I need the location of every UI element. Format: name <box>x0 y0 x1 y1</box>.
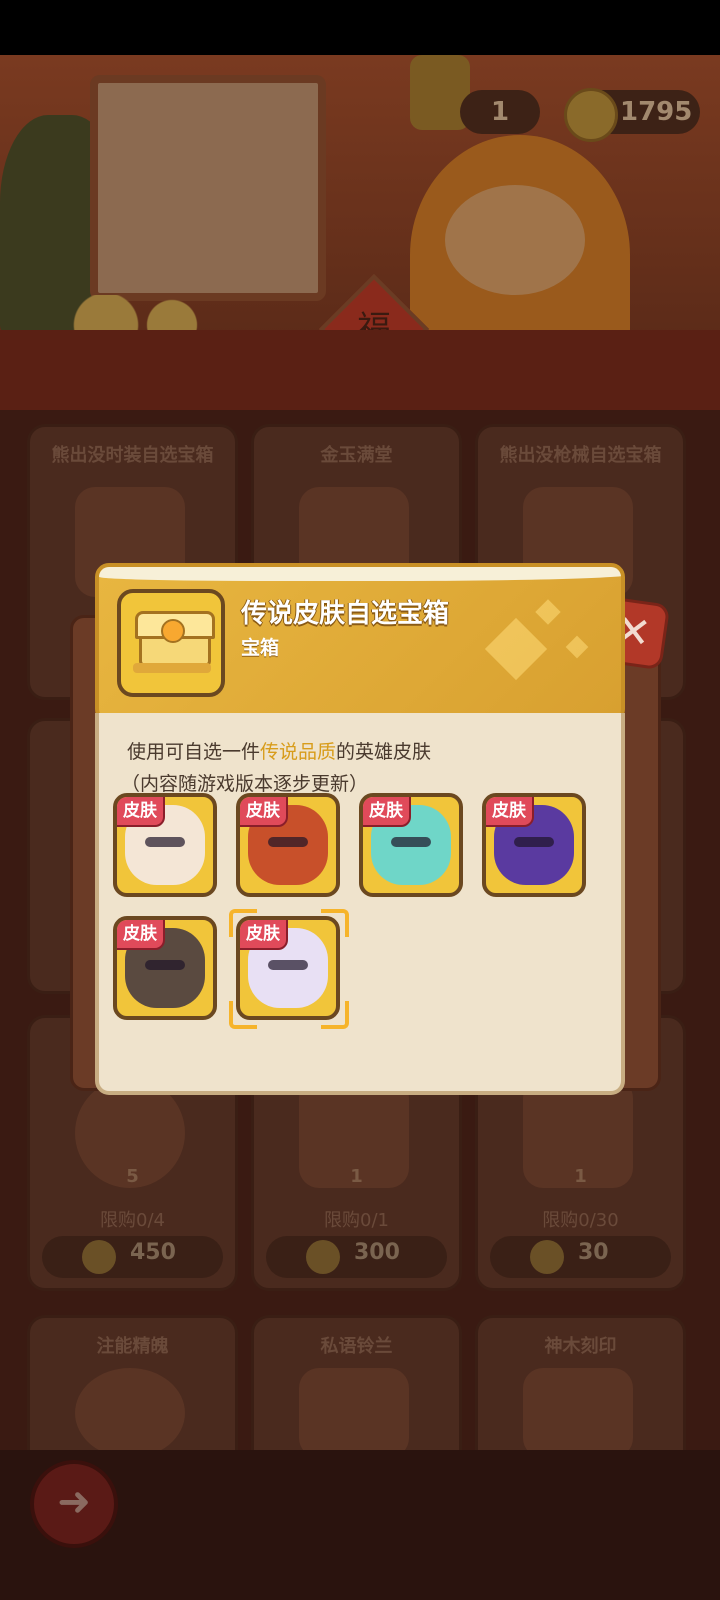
coin-icon <box>306 1240 340 1274</box>
shop-card-title: 熊出没枪械自选宝箱 <box>499 445 662 466</box>
price-button[interactable]: 30 <box>490 1236 671 1278</box>
window-decoration <box>90 75 326 301</box>
wood-seal-icon <box>523 1368 633 1458</box>
item-description-note: （内容随游戏版本逐步更新） <box>121 773 369 795</box>
item-description: 使用可自选一件传说品质的英雄皮肤 <box>127 737 431 764</box>
selection-corner <box>229 909 257 937</box>
shelf-edge <box>0 330 720 410</box>
skin-tag: 皮肤 <box>117 797 165 827</box>
dialog-body: 使用可自选一件传说品质的英雄皮肤 （内容随游戏版本逐步更新） 皮肤 皮肤 皮肤 … <box>95 713 625 1095</box>
icing-decoration <box>99 567 621 581</box>
skin-tag: 皮肤 <box>117 920 165 950</box>
skin-tag: 皮肤 <box>486 797 534 827</box>
price-button[interactable]: 450 <box>42 1236 223 1278</box>
hero-skin-face <box>145 837 185 847</box>
diamond-decoration <box>565 635 589 659</box>
shop-card-limit: 限购0/1 <box>324 1210 389 1231</box>
diamond-decoration <box>484 617 548 681</box>
shop-card-limit: 限购0/30 <box>542 1210 619 1231</box>
desc-suffix: 的英雄皮肤 <box>336 741 432 763</box>
price-value: 30 <box>578 1240 609 1265</box>
chest-flower-emblem <box>161 619 185 643</box>
skin-tag: 皮肤 <box>363 797 411 827</box>
item-type: 宝箱 <box>241 637 280 659</box>
skin-option[interactable]: 皮肤 <box>113 916 217 1020</box>
shop-card-title: 注能精魄 <box>96 1336 169 1357</box>
shop-card-title: 神木刻印 <box>544 1336 617 1357</box>
hero-skin-face <box>268 837 308 847</box>
hero-skin-face <box>145 960 185 970</box>
coin-icon <box>530 1240 564 1274</box>
selection-corner <box>229 1001 257 1029</box>
gem-count: 1 <box>490 97 510 127</box>
hero-skin-face <box>391 837 431 847</box>
energy-essence-icon <box>75 1368 185 1458</box>
shop-card-qty: 1 <box>574 1166 587 1187</box>
shop-card-limit: 限购0/4 <box>100 1210 165 1231</box>
back-button[interactable]: ➜ <box>30 1460 118 1548</box>
chest-icon <box>117 589 225 697</box>
status-bar <box>0 0 720 55</box>
gold-count: 1795 <box>620 97 693 127</box>
price-button[interactable]: 300 <box>266 1236 447 1278</box>
skin-option[interactable]: 皮肤 <box>482 793 586 897</box>
bear-face <box>445 185 585 295</box>
price-value: 450 <box>130 1240 176 1265</box>
lily-icon <box>299 1368 409 1458</box>
shop-card-qty: 5 <box>126 1166 139 1187</box>
hero-skin-face <box>514 837 554 847</box>
skin-option[interactable]: 皮肤 <box>359 793 463 897</box>
hero-skin-face <box>268 960 308 970</box>
skin-option[interactable]: 皮肤 <box>113 793 217 897</box>
shop-card-title: 私语铃兰 <box>320 1336 393 1357</box>
shop-card-title: 熊出没时装自选宝箱 <box>51 445 214 466</box>
chest-base <box>133 663 211 673</box>
diamond-decoration <box>535 599 561 625</box>
item-name: 传说皮肤自选宝箱 <box>241 599 450 629</box>
shop-card-title: 金玉满堂 <box>320 445 393 466</box>
skin-tag: 皮肤 <box>240 797 288 827</box>
item-detail-dialog: 传说皮肤自选宝箱 宝箱 使用可自选一件传说品质的英雄皮肤 （内容随游戏版本逐步更… <box>95 563 625 1095</box>
desc-prefix: 使用可自选一件 <box>127 741 261 763</box>
selection-corner <box>321 909 349 937</box>
coin-icon <box>82 1240 116 1274</box>
gold-coin-icon <box>564 88 618 142</box>
selection-corner <box>321 1001 349 1029</box>
back-arrow-icon: ➜ <box>57 1479 91 1525</box>
desc-highlight: 传说品质 <box>260 741 337 763</box>
skin-option[interactable]: 皮肤 <box>236 793 340 897</box>
dialog-header: 传说皮肤自选宝箱 宝箱 <box>95 563 625 723</box>
gold-counter: 1795 <box>564 88 700 142</box>
price-value: 300 <box>354 1240 400 1265</box>
shop-card-qty: 1 <box>350 1166 363 1187</box>
gem-counter: 1 <box>460 90 540 134</box>
